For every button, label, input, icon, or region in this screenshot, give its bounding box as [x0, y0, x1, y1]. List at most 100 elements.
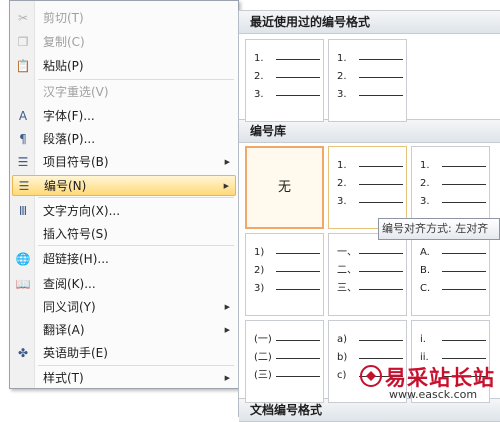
numbering-marker: a) — [337, 334, 348, 345]
library-tile-4[interactable]: 一、 二、 三、 — [328, 233, 407, 316]
menu-item-11[interactable]: 📖 查阅(K)... — [12, 274, 236, 295]
menu-item-label: 项目符号(B) — [43, 155, 109, 169]
menu-separator — [38, 245, 234, 246]
menu-item-label: 段落(P)... — [43, 132, 96, 146]
menu-item-7[interactable]: ☰ 编号(N) ▶ — [12, 175, 236, 196]
preview-line — [442, 253, 486, 254]
font-icon: A — [18, 109, 28, 123]
menu-item-14[interactable]: ✤ 英语助手(E) — [12, 343, 236, 364]
numbering-preview-row: (一) — [254, 333, 320, 347]
preview-line — [442, 271, 486, 272]
preview-line — [442, 358, 486, 359]
alignment-tooltip: 编号对齐方式: 左对齐 — [378, 218, 500, 240]
menu-item-label: 剪切(T) — [43, 11, 84, 25]
submenu-arrow-icon: ▶ — [224, 326, 230, 334]
lookup-icon: 📖 — [15, 277, 31, 291]
preview-line — [276, 376, 320, 377]
numbering-marker: 1. — [254, 53, 264, 64]
numbering-marker: 3. — [337, 89, 347, 100]
menu-item-15[interactable]: 样式(T) ▶ — [12, 368, 236, 389]
numbering-marker: 2. — [337, 178, 347, 189]
menu-item-label: 插入符号(S) — [43, 227, 108, 241]
menu-item-9[interactable]: 插入符号(S) — [12, 224, 236, 245]
menu-item-1: ❐ 复制(C) — [12, 32, 236, 53]
menu-item-label: 查阅(K)... — [43, 277, 96, 291]
menu-item-label: 翻译(A) — [43, 323, 85, 337]
submenu-arrow-icon: ▶ — [223, 182, 229, 190]
menu-item-2[interactable]: 📋 粘贴(P) — [12, 56, 236, 77]
numbering-marker: 2. — [337, 71, 347, 82]
preview-line — [276, 253, 320, 254]
library-tile-0[interactable]: 无 — [245, 146, 324, 229]
numbering-icon: ☰ — [18, 179, 30, 193]
preview-line — [359, 77, 403, 78]
menu-item-label: 字体(F)... — [43, 109, 95, 123]
library-tile-1[interactable]: 1. 2. 3. — [328, 146, 407, 229]
recent-tile-1[interactable]: 1. 2. 3. — [328, 39, 407, 122]
menu-item-13[interactable]: 翻译(A) ▶ — [12, 320, 236, 341]
numbering-marker: (三) — [254, 370, 272, 381]
numbering-marker: 1. — [337, 160, 347, 171]
menu-item-10[interactable]: 🌐 超链接(H)... — [12, 249, 236, 270]
menu-item-5[interactable]: ¶ 段落(P)... — [12, 129, 236, 150]
menu-item-0: ✂ 剪切(T) — [12, 8, 236, 29]
numbering-preview-row: 2. — [337, 70, 403, 84]
numbering-marker: 一、 — [337, 247, 357, 258]
preview-line — [359, 59, 403, 60]
menu-separator — [38, 197, 234, 198]
library-tile-5[interactable]: A. B. C. — [411, 233, 490, 316]
numbering-marker: 1. — [420, 160, 430, 171]
numbering-marker: 二、 — [337, 265, 357, 276]
submenu-arrow-icon: ▶ — [224, 303, 230, 311]
preview-line — [359, 271, 403, 272]
preview-line — [442, 340, 486, 341]
preview-line — [442, 202, 486, 203]
preview-line — [359, 202, 403, 203]
preview-line — [359, 289, 403, 290]
text-direction-icon: Ⅲ — [18, 204, 28, 218]
preview-line — [442, 184, 486, 185]
numbering-preview-row: 3. — [254, 88, 320, 102]
menu-separator — [38, 79, 234, 80]
numbering-preview-row: A. — [420, 246, 486, 260]
menu-item-label: 英语助手(E) — [43, 346, 108, 360]
numbering-preview-row: 2. — [337, 177, 403, 191]
menu-item-6[interactable]: ☰ 项目符号(B) ▶ — [12, 152, 236, 173]
numbering-marker: 3) — [254, 283, 265, 294]
scissors-icon: ✂ — [17, 11, 29, 25]
numbering-marker: B. — [420, 265, 431, 276]
library-tile-6[interactable]: (一) (二) (三) — [245, 320, 324, 403]
numbering-marker: 2. — [420, 178, 430, 189]
numbering-preview-row: 3) — [254, 282, 320, 296]
preview-line — [442, 166, 486, 167]
numbering-preview-row: (三) — [254, 369, 320, 383]
menu-item-label: 粘贴(P) — [43, 59, 84, 73]
preview-line — [442, 289, 486, 290]
numbering-preview-row: C. — [420, 282, 486, 296]
preview-line — [359, 253, 403, 254]
menu-item-12[interactable]: 同义词(Y) ▶ — [12, 297, 236, 318]
preview-line — [276, 59, 320, 60]
menu-item-label: 复制(C) — [43, 35, 85, 49]
menu-item-4[interactable]: A 字体(F)... — [12, 106, 236, 127]
preview-line — [359, 358, 403, 359]
library-tile-3[interactable]: 1) 2) 3) — [245, 233, 324, 316]
numbering-preview-row: a) — [337, 333, 403, 347]
recent-tile-0[interactable]: 1. 2. 3. — [245, 39, 324, 122]
preview-line — [359, 340, 403, 341]
numbering-marker: 2) — [254, 265, 265, 276]
preview-line — [276, 95, 320, 96]
numbering-marker: (一) — [254, 334, 272, 345]
no-numbering-label: 无 — [277, 180, 291, 195]
numbering-preview-row: 3. — [337, 195, 403, 209]
numbering-preview-row: i. — [420, 333, 486, 347]
menu-item-label: 超链接(H)... — [43, 252, 109, 266]
menu-item-label: 文字方向(X)... — [43, 204, 121, 218]
menu-item-8[interactable]: Ⅲ 文字方向(X)... — [12, 201, 236, 222]
watermark: 易采站长站 www.easck.com — [355, 360, 500, 405]
numbering-marker: 2. — [254, 71, 264, 82]
preview-line — [276, 289, 320, 290]
library-tile-2[interactable]: 1. 2. 3. — [411, 146, 490, 229]
menu-item-label: 同义词(Y) — [43, 300, 96, 314]
menu-separator — [38, 365, 234, 366]
